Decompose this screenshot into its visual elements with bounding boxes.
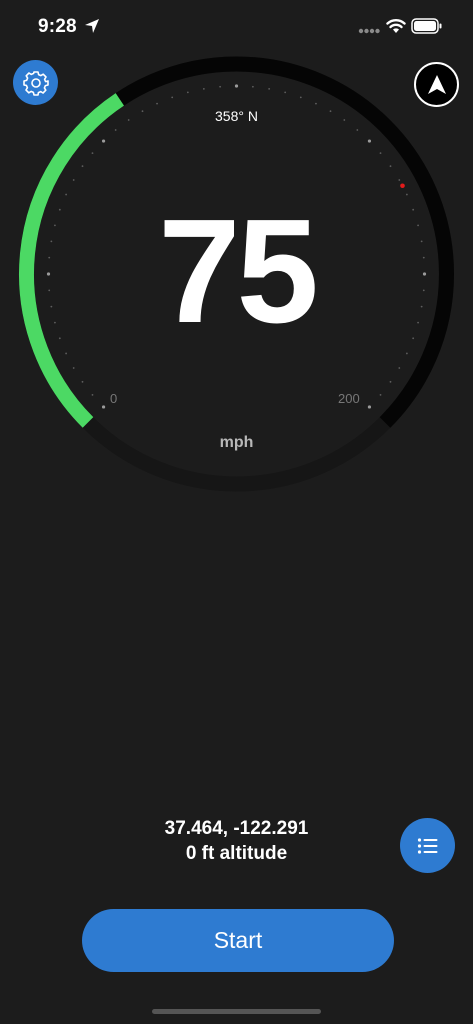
status-time: 9:28	[38, 16, 77, 37]
trip-list-button[interactable]	[400, 818, 455, 873]
navigation-button[interactable]	[414, 62, 459, 107]
gauge-major-tick	[367, 139, 372, 143]
gauge-minor-tick	[91, 393, 94, 396]
gauge-minor-tick	[81, 380, 84, 383]
gauge-minor-tick	[284, 91, 287, 94]
home-indicator[interactable]	[152, 1009, 321, 1014]
gauge-red-marker	[400, 183, 405, 189]
gauge-minor-tick	[268, 87, 271, 90]
speed-unit: mph	[219, 434, 254, 451]
location-arrow-icon	[85, 19, 99, 33]
gauge-minor-tick	[72, 179, 75, 181]
gauge-minor-tick	[81, 165, 84, 168]
gauge-minor-tick	[398, 179, 401, 181]
gauge-minor-tick	[91, 152, 94, 155]
gauge-minor-tick	[114, 129, 117, 131]
wifi-icon	[386, 19, 406, 33]
gauge-minor-tick	[405, 352, 408, 355]
cellular-signal-icon	[358, 28, 380, 34]
gauge-minor-tick	[202, 87, 205, 90]
gauge-minor-tick	[315, 102, 317, 105]
gauge-minor-tick	[65, 352, 68, 355]
gauge-minor-tick	[398, 367, 401, 369]
gauge-minor-tick	[299, 96, 302, 99]
settings-button[interactable]	[13, 60, 58, 105]
gauge-minor-tick	[389, 380, 392, 383]
gauge-minor-tick	[72, 367, 75, 369]
gauge-minor-tick	[251, 85, 254, 88]
gauge-minor-tick	[405, 193, 408, 196]
gauge-minor-tick	[379, 393, 382, 396]
gauge-major-tick	[234, 84, 239, 88]
battery-icon	[411, 18, 442, 34]
gear-icon	[22, 70, 49, 96]
gauge-major-tick	[367, 405, 372, 409]
gauge-minor-tick	[389, 165, 392, 168]
gauge-major-tick	[101, 405, 106, 409]
gauge-minor-tick	[156, 102, 158, 105]
gauge-minor-tick	[65, 193, 68, 196]
gauge-minor-tick	[379, 152, 382, 155]
heading-readout: 358° N	[215, 108, 258, 124]
gauge-min-label: 0	[110, 391, 118, 406]
list-icon	[417, 837, 437, 854]
gauge-minor-tick	[219, 85, 222, 88]
gauge-max-label: 200	[338, 391, 360, 406]
navigation-arrow-icon	[427, 74, 446, 94]
speed-value: 75	[158, 189, 319, 354]
gauge-major-tick	[101, 139, 106, 143]
start-button[interactable]: Start	[82, 909, 394, 972]
gauge-minor-tick	[356, 129, 359, 131]
gauge-minor-tick	[186, 91, 189, 94]
gauge-minor-tick	[171, 96, 174, 99]
